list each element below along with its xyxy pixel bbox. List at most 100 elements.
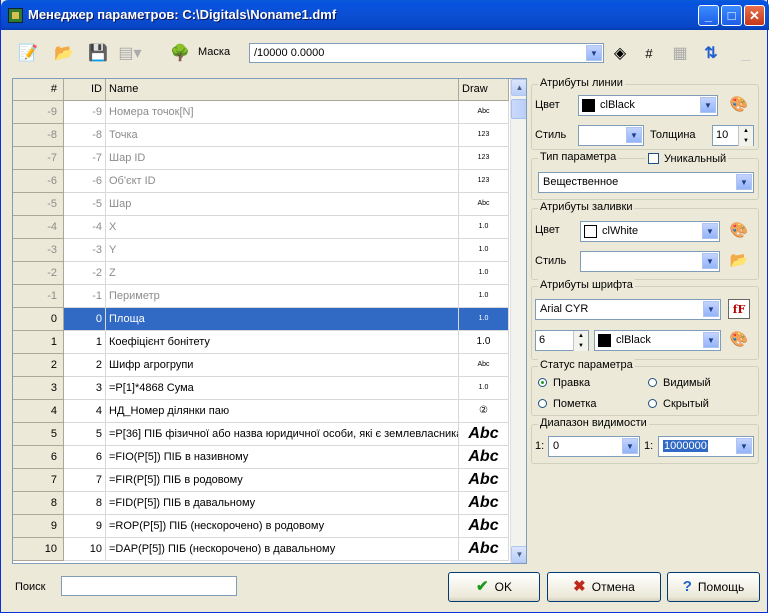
row-name-cell[interactable]: =DAP(P[5]) ПІБ (нескорочено) в давальном…: [106, 538, 459, 561]
status-radio-edit[interactable]: Правка: [538, 377, 590, 389]
status-radio-visible[interactable]: Видимый: [648, 377, 711, 389]
grid-icon[interactable]: ▦: [667, 43, 693, 65]
visibility-from-combobox[interactable]: 0 ▼: [548, 436, 640, 457]
eraser-icon[interactable]: ◈: [607, 43, 633, 65]
status-radio-hidden[interactable]: Скрытый: [648, 398, 709, 410]
row-num-cell[interactable]: -3: [13, 239, 64, 262]
row-draw-cell[interactable]: Abc: [459, 469, 509, 492]
visibility-to-combobox[interactable]: 1000000 ▼: [658, 436, 754, 457]
row-name-cell[interactable]: НД_Номер ділянки паю: [106, 400, 459, 423]
row-draw-cell[interactable]: 123: [459, 147, 509, 170]
unique-checkbox[interactable]: Уникальный: [646, 153, 729, 165]
row-name-cell[interactable]: =FIO(P[5]) ПІБ в називному: [106, 446, 459, 469]
row-num-cell[interactable]: -1: [13, 285, 64, 308]
save-icon[interactable]: 💾: [85, 43, 111, 65]
row-draw-cell[interactable]: Abc: [459, 101, 509, 124]
row-num-cell[interactable]: 2: [13, 354, 64, 377]
chevron-down-icon[interactable]: ▼: [626, 127, 642, 143]
row-draw-cell[interactable]: 1.0: [459, 285, 509, 308]
row-num-cell[interactable]: 4: [13, 400, 64, 423]
row-id-cell[interactable]: -5: [64, 193, 106, 216]
header-draw[interactable]: Draw: [459, 79, 509, 101]
table-icon[interactable]: ▤▾: [117, 43, 143, 65]
row-name-cell[interactable]: Y: [106, 239, 459, 262]
table-row[interactable]: 0 0 Площа 1.0: [13, 308, 509, 331]
row-id-cell[interactable]: 5: [64, 423, 106, 446]
row-id-cell[interactable]: 1: [64, 331, 106, 354]
table-row[interactable]: 4 4 НД_Номер ділянки паю ②: [13, 400, 509, 423]
row-id-cell[interactable]: 3: [64, 377, 106, 400]
fill-color-combobox[interactable]: clWhite ▼: [580, 221, 720, 242]
row-name-cell[interactable]: Об'єкт ID: [106, 170, 459, 193]
row-draw-cell[interactable]: Abc: [459, 515, 509, 538]
header-name[interactable]: Name: [106, 79, 459, 101]
row-draw-cell[interactable]: Abc: [459, 492, 509, 515]
table-row[interactable]: 2 2 Шифр агрогрупи Abc: [13, 354, 509, 377]
help-button[interactable]: ? Помощь: [667, 572, 760, 602]
row-num-cell[interactable]: -6: [13, 170, 64, 193]
row-name-cell[interactable]: =P[1]*4868 Сума: [106, 377, 459, 400]
spin-down-icon[interactable]: ▼: [573, 341, 588, 351]
row-id-cell[interactable]: -4: [64, 216, 106, 239]
table-row[interactable]: 10 10 =DAP(P[5]) ПІБ (нескорочено) в давал…: [13, 538, 509, 561]
row-id-cell[interactable]: -7: [64, 147, 106, 170]
row-id-cell[interactable]: -8: [64, 124, 106, 147]
table-row[interactable]: 8 8 =FID(P[5]) ПІБ в давальному Abc: [13, 492, 509, 515]
chevron-down-icon[interactable]: ▼: [702, 223, 718, 239]
palette-icon[interactable]: 🎨: [728, 95, 750, 115]
minimize-button[interactable]: _: [698, 5, 719, 26]
row-name-cell[interactable]: Точка: [106, 124, 459, 147]
row-num-cell[interactable]: -8: [13, 124, 64, 147]
font-size-spinner[interactable]: 6 ▲ ▼: [535, 330, 589, 351]
row-draw-cell[interactable]: Abc: [459, 423, 509, 446]
row-draw-cell[interactable]: 1.0: [459, 216, 509, 239]
row-id-cell[interactable]: -1: [64, 285, 106, 308]
row-draw-cell[interactable]: Abc: [459, 446, 509, 469]
line-width-spinner[interactable]: 10 ▲ ▼: [712, 125, 754, 146]
vertical-scrollbar[interactable]: ▲ ▼: [510, 79, 526, 563]
search-input[interactable]: [61, 576, 237, 596]
row-num-cell[interactable]: 6: [13, 446, 64, 469]
folder-open-icon[interactable]: 📂: [51, 43, 77, 65]
radio-dot[interactable]: [648, 399, 657, 408]
spin-up-icon[interactable]: ▲: [573, 331, 588, 341]
hash-icon[interactable]: #: [636, 43, 662, 65]
spin-down-icon[interactable]: ▼: [738, 136, 753, 146]
table-row[interactable]: 7 7 =FIR(P[5]) ПІБ в родовому Abc: [13, 469, 509, 492]
row-name-cell[interactable]: Шар ID: [106, 147, 459, 170]
table-row[interactable]: 5 5 =P[36] ПІБ фізичної або назва юридично…: [13, 423, 509, 446]
row-name-cell[interactable]: Шар: [106, 193, 459, 216]
row-num-cell[interactable]: 5: [13, 423, 64, 446]
row-draw-cell[interactable]: Abc: [459, 354, 509, 377]
row-draw-cell[interactable]: ②: [459, 400, 509, 423]
cancel-button[interactable]: ✖ Отмена: [547, 572, 661, 602]
row-id-cell[interactable]: 2: [64, 354, 106, 377]
table-row[interactable]: -4 -4 X 1.0: [13, 216, 509, 239]
row-name-cell[interactable]: Шифр агрогрупи: [106, 354, 459, 377]
chevron-down-icon[interactable]: ▼: [702, 253, 718, 269]
scroll-thumb[interactable]: [511, 99, 526, 119]
row-name-cell[interactable]: =P[36] ПІБ фізичної або назва юридичної …: [106, 423, 459, 446]
row-draw-cell[interactable]: 123: [459, 124, 509, 147]
row-num-cell[interactable]: 7: [13, 469, 64, 492]
line-color-combobox[interactable]: clBlack ▼: [578, 95, 718, 116]
row-name-cell[interactable]: Z: [106, 262, 459, 285]
row-draw-cell[interactable]: 1.0: [459, 331, 509, 354]
unique-checkbox-box[interactable]: [648, 153, 659, 164]
row-num-cell[interactable]: -7: [13, 147, 64, 170]
chevron-down-icon[interactable]: ▼: [622, 438, 638, 454]
radio-dot[interactable]: [648, 378, 657, 387]
row-draw-cell[interactable]: 1.0: [459, 239, 509, 262]
table-row[interactable]: -6 -6 Об'єкт ID 123: [13, 170, 509, 193]
row-name-cell[interactable]: =FID(P[5]) ПІБ в давальному: [106, 492, 459, 515]
chevron-down-icon[interactable]: ▼: [586, 45, 602, 61]
header-id[interactable]: ID: [64, 79, 106, 101]
chevron-down-icon[interactable]: ▼: [736, 174, 752, 190]
sort-icon[interactable]: ⇅: [698, 43, 724, 65]
row-id-cell[interactable]: -2: [64, 262, 106, 285]
row-name-cell[interactable]: Периметр: [106, 285, 459, 308]
spin-up-icon[interactable]: ▲: [738, 126, 753, 136]
row-num-cell[interactable]: -9: [13, 101, 64, 124]
parameters-grid[interactable]: # ID Name Draw -9 -9 Номера точок[N] Abc -8-…: [12, 78, 527, 564]
ok-button[interactable]: ✔ OK: [448, 572, 540, 602]
